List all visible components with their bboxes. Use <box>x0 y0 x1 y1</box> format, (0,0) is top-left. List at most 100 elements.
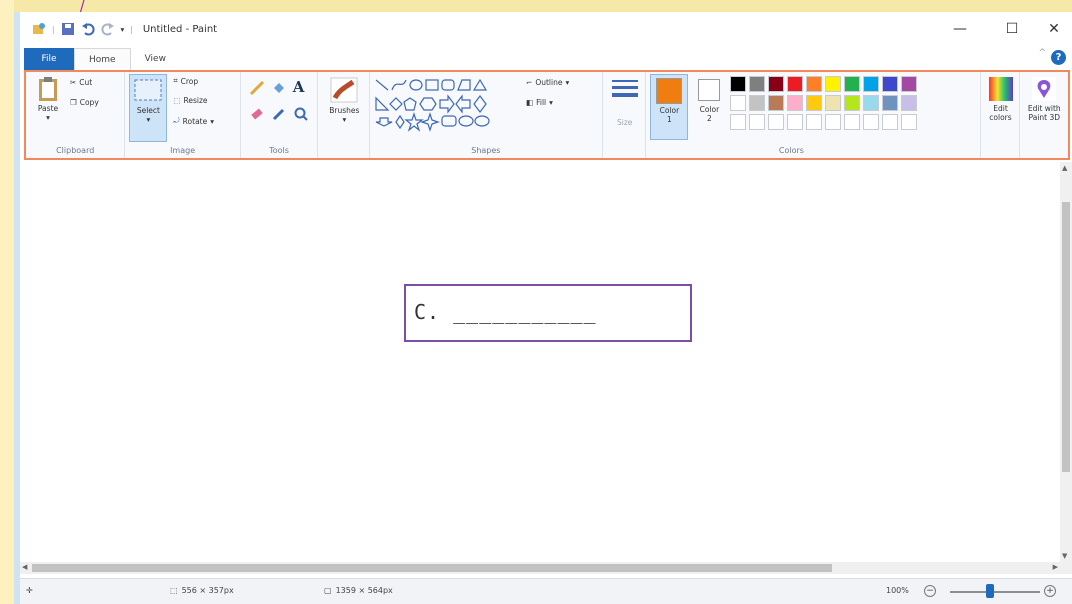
color-swatch[interactable] <box>901 114 918 130</box>
zoom-slider-thumb[interactable] <box>986 584 994 598</box>
color-swatch[interactable] <box>787 114 804 130</box>
color-swatch[interactable] <box>844 95 861 111</box>
colors-group: Color 1 Color 2 Colors <box>646 72 981 158</box>
palette-row-2 <box>730 95 918 111</box>
color-swatch[interactable] <box>882 95 899 111</box>
color1-label: Color <box>659 106 680 115</box>
paint3d-group: Edit with Paint 3D <box>1020 72 1068 158</box>
chevron-down-icon: ▾ <box>342 115 347 124</box>
color-swatch[interactable] <box>901 76 918 92</box>
outline-button[interactable]: ⌐ Outline ▾ <box>526 78 569 87</box>
paste-label: Paste <box>37 104 59 113</box>
color-swatch[interactable] <box>863 95 880 111</box>
color-swatch[interactable] <box>844 114 861 130</box>
zoom-slider-track[interactable] <box>950 591 1040 593</box>
color-swatch[interactable] <box>768 76 785 92</box>
brushes-button[interactable]: Brushes ▾ <box>324 76 364 124</box>
crop-button[interactable]: ⌗ Crop <box>173 76 198 86</box>
collapse-ribbon-icon[interactable]: ^ <box>1038 48 1046 58</box>
resize-button[interactable]: ⬚ Resize <box>173 96 207 105</box>
paint3d-label-2: Paint 3D <box>1028 113 1061 122</box>
color-swatch[interactable] <box>806 114 823 130</box>
color2-number: 2 <box>707 114 712 123</box>
vertical-scrollbar[interactable]: ▲ ▼ <box>1060 162 1072 574</box>
color-swatch[interactable] <box>730 95 747 111</box>
chevron-down-icon: ▾ <box>210 116 214 126</box>
rotate-button[interactable]: ⤾ Rotate ▾ <box>173 116 214 126</box>
tab-view[interactable]: View <box>131 48 180 70</box>
crop-label: Crop <box>180 76 199 86</box>
scroll-left-icon[interactable]: ◀ <box>22 563 27 571</box>
scroll-down-icon[interactable]: ▼ <box>1062 552 1067 560</box>
color-swatch[interactable] <box>901 95 918 111</box>
fill-button[interactable]: ◧ Fill ▾ <box>526 98 553 107</box>
size-button[interactable]: Size <box>607 78 643 127</box>
minimize-button[interactable]: — <box>940 18 980 40</box>
crop-icon: ⌗ <box>173 76 178 85</box>
color-swatch[interactable] <box>749 114 766 130</box>
color-swatch[interactable] <box>768 95 785 111</box>
color-swatch[interactable] <box>863 76 880 92</box>
color-swatch[interactable] <box>863 114 880 130</box>
help-icon[interactable]: ? <box>1051 50 1066 65</box>
redo-icon[interactable] <box>101 22 115 36</box>
separator: | <box>52 24 55 34</box>
horizontal-scrollbar[interactable]: ◀ ▶ <box>20 562 1060 574</box>
color-swatch[interactable] <box>825 114 842 130</box>
color1-button[interactable]: Color 1 <box>650 74 689 140</box>
tab-home[interactable]: Home <box>74 48 131 70</box>
zoom-in-button[interactable]: + <box>1044 585 1056 597</box>
scroll-up-icon[interactable]: ▲ <box>1062 164 1067 172</box>
color-swatch[interactable] <box>730 114 747 130</box>
drawing-canvas[interactable]: C. ___________ <box>20 162 1060 574</box>
save-icon[interactable] <box>61 22 75 36</box>
tab-file[interactable]: File <box>24 48 74 70</box>
color-swatch[interactable] <box>806 76 823 92</box>
shapes-group: ⌐ Outline ▾ ◧ Fill ▾ Shapes <box>370 72 603 158</box>
copy-button[interactable]: ❐ Copy <box>70 98 99 107</box>
color-picker-icon[interactable] <box>271 106 287 122</box>
color-swatch[interactable] <box>730 76 747 92</box>
color1-swatch <box>656 78 683 104</box>
color-swatch[interactable] <box>825 76 842 92</box>
palette-row-custom <box>730 114 918 130</box>
color-swatch[interactable] <box>749 95 766 111</box>
zoom-out-button[interactable]: − <box>924 585 936 597</box>
select-label: Select <box>136 106 160 115</box>
size-group: Size <box>603 72 647 158</box>
edit-colors-button[interactable]: Edit colors <box>983 76 1019 122</box>
edit-with-paint3d-button[interactable]: Edit with Paint 3D <box>1022 76 1066 122</box>
window-title: Untitled - Paint <box>142 23 218 35</box>
horizontal-scroll-thumb[interactable] <box>32 564 832 572</box>
paste-button[interactable]: Paste ▾ <box>32 76 64 122</box>
select-button[interactable]: Select ▾ <box>129 74 168 142</box>
magnifier-icon[interactable] <box>293 106 309 122</box>
text-tool-icon[interactable]: A <box>293 78 305 96</box>
color-swatch[interactable] <box>749 76 766 92</box>
pencil-icon[interactable] <box>249 80 265 96</box>
color-swatch[interactable] <box>787 95 804 111</box>
clipboard-group: Paste ▾ ✂ Cut ❐ Copy Clipboard <box>26 72 126 158</box>
canvas-text: C. ___________ <box>414 300 597 324</box>
color-swatch[interactable] <box>768 114 785 130</box>
canvas-size-icon: ▢ <box>324 586 332 595</box>
color-swatch[interactable] <box>882 76 899 92</box>
maximize-button[interactable]: ☐ <box>992 18 1032 40</box>
color-swatch[interactable] <box>882 114 899 130</box>
color-swatch[interactable] <box>806 95 823 111</box>
undo-icon[interactable] <box>81 22 95 36</box>
text-box[interactable]: C. ___________ <box>404 284 692 342</box>
color-swatch[interactable] <box>787 76 804 92</box>
customize-quick-access-chevron-icon[interactable]: ▾ <box>121 25 125 34</box>
fill-bucket-icon[interactable] <box>271 80 287 96</box>
vertical-scroll-thumb[interactable] <box>1062 202 1070 472</box>
scroll-right-icon[interactable]: ▶ <box>1053 563 1058 571</box>
close-button[interactable]: ✕ <box>1034 18 1072 40</box>
eraser-icon[interactable] <box>249 106 265 122</box>
shapes-gallery-icon[interactable] <box>374 76 514 132</box>
color2-button[interactable]: Color 2 <box>692 74 726 140</box>
color-swatch[interactable] <box>844 76 861 92</box>
colors-group-label: Colors <box>778 146 804 155</box>
cut-button[interactable]: ✂ Cut <box>70 78 92 87</box>
color-swatch[interactable] <box>825 95 842 111</box>
